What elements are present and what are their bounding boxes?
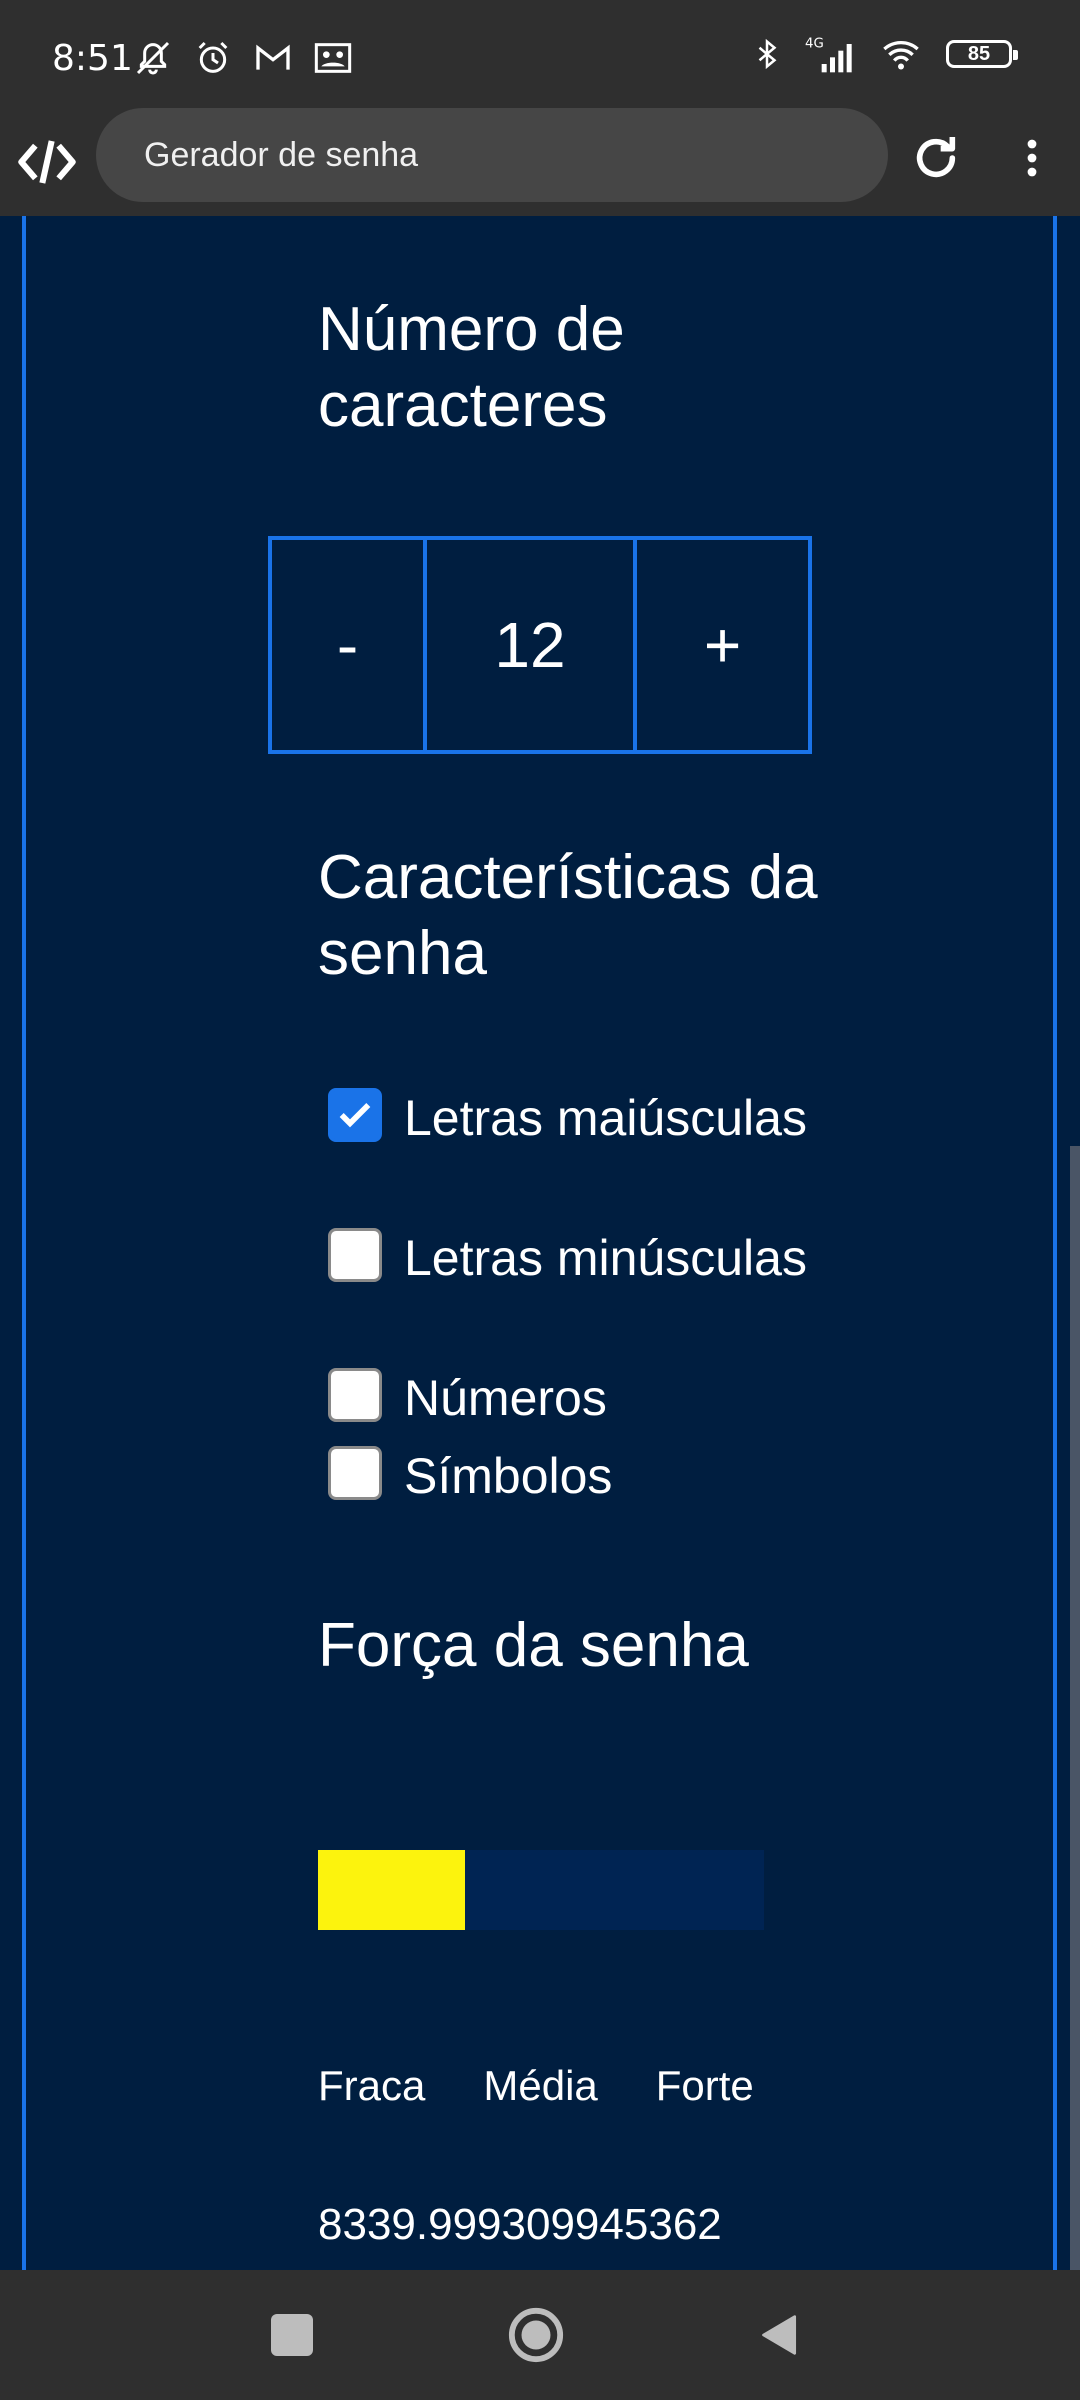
frame-border-left xyxy=(22,216,26,2270)
battery-level: 85 xyxy=(967,42,991,65)
strength-label-strong: Forte xyxy=(655,2062,754,2109)
strength-label-weak: Fraca xyxy=(318,2062,426,2109)
status-time: 8:51 xyxy=(52,38,133,79)
option-label: Letras maiúsculas xyxy=(404,1090,807,1146)
page-content: Número de caracteres - 12 + Característi… xyxy=(0,216,1080,2270)
back-icon[interactable] xyxy=(758,2310,802,2360)
symbols-checkbox[interactable] xyxy=(328,1446,382,1500)
option-label: Símbolos xyxy=(404,1448,613,1504)
bluetooth-icon xyxy=(758,38,777,70)
battery-icon: 85 xyxy=(946,40,1018,68)
strength-labels: Fraca Média Forte xyxy=(318,2062,778,2110)
status-left-icons xyxy=(132,38,354,78)
signal-icon: 4G xyxy=(805,36,852,73)
numbers-checkbox[interactable] xyxy=(328,1368,382,1422)
option-uppercase[interactable]: Letras maiúsculas xyxy=(318,1086,878,1226)
photo-icon xyxy=(314,43,352,73)
alarm-icon xyxy=(198,41,228,73)
scrollbar[interactable] xyxy=(1070,1146,1080,2270)
navigation-bar xyxy=(0,2270,1080,2400)
url-title: Gerador de senha xyxy=(144,136,419,174)
reload-icon[interactable] xyxy=(908,130,964,186)
site-logo-icon[interactable] xyxy=(18,134,76,190)
length-stepper: - 12 + xyxy=(268,536,812,754)
recent-apps-icon[interactable] xyxy=(271,2314,313,2356)
status-bar: 8:51 4G 85 xyxy=(0,0,1080,108)
gmail-icon xyxy=(256,44,290,70)
option-label: Números xyxy=(404,1370,607,1426)
status-right-icons: 4G 85 xyxy=(752,34,1018,74)
uppercase-checkbox[interactable] xyxy=(328,1088,382,1142)
frame-border-right xyxy=(1053,216,1057,2270)
option-numbers[interactable]: Números xyxy=(318,1366,878,1444)
strength-score: 8339.999309945362 xyxy=(318,2200,722,2249)
decrement-button[interactable]: - xyxy=(272,540,427,750)
length-heading: Número de caracteres xyxy=(318,295,625,440)
network-label: 4G xyxy=(805,36,824,51)
lowercase-checkbox[interactable] xyxy=(328,1228,382,1282)
url-bar[interactable]: Gerador de senha xyxy=(96,108,888,202)
feature-options: Letras maiúsculas Letras minúsculas Núme… xyxy=(318,1086,878,1522)
strength-label-medium: Média xyxy=(483,2062,598,2109)
option-symbols[interactable]: Símbolos xyxy=(318,1444,878,1522)
increment-button[interactable]: + xyxy=(637,540,808,750)
length-value: 12 xyxy=(427,540,637,750)
check-icon xyxy=(339,1102,371,1128)
browser-toolbar: Gerador de senha xyxy=(0,108,1080,216)
strength-heading: Força da senha xyxy=(318,1611,749,1680)
wifi-icon xyxy=(883,41,919,70)
strength-bar-fill xyxy=(318,1850,466,1930)
strength-bar xyxy=(318,1850,764,1930)
features-heading: Características da senha xyxy=(318,843,818,988)
option-label: Letras minúsculas xyxy=(404,1230,807,1286)
more-vert-icon[interactable] xyxy=(1008,130,1056,186)
mute-icon xyxy=(136,41,170,75)
home-icon[interactable] xyxy=(507,2306,565,2364)
option-lowercase[interactable]: Letras minúsculas xyxy=(318,1226,878,1366)
